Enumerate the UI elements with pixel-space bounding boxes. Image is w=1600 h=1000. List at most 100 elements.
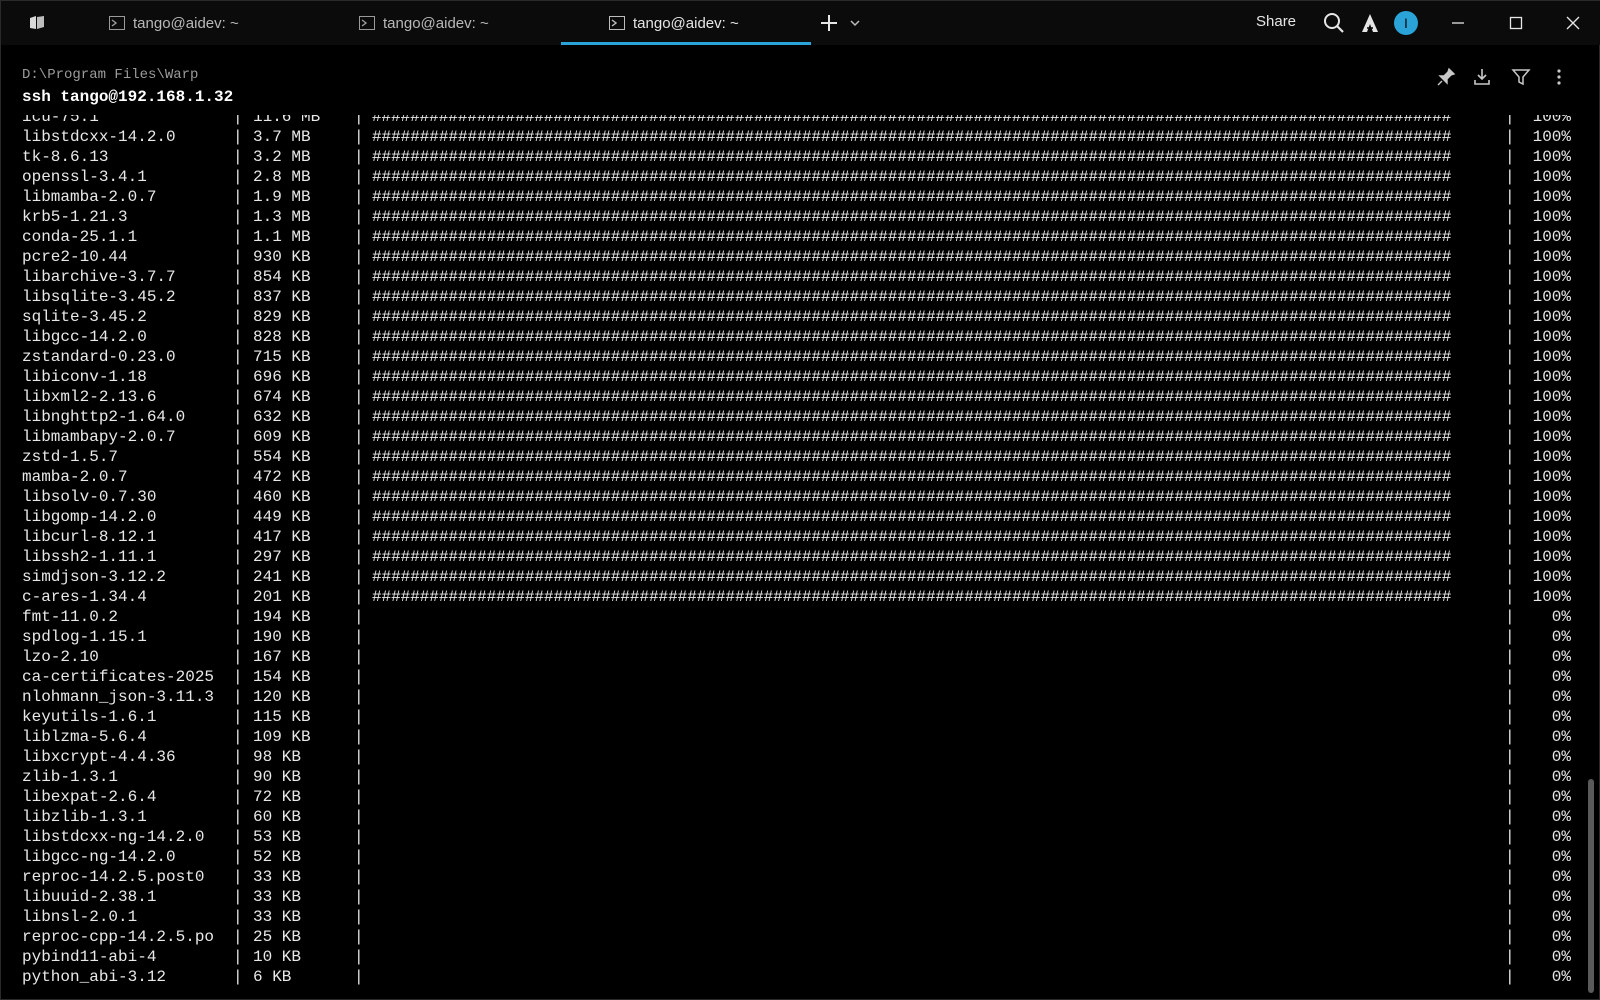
column-separator: | (1505, 148, 1515, 166)
progress-bar: ########################################… (372, 408, 1452, 426)
progress-percent: 0% (1551, 768, 1571, 786)
column-separator: | (233, 368, 243, 386)
filter-icon[interactable] (1511, 67, 1531, 87)
tab-3-active[interactable]: tango@aidev: ~ (561, 1, 811, 45)
more-vertical-icon[interactable] (1549, 67, 1569, 87)
bookmark-pin-icon[interactable] (1436, 67, 1456, 87)
column-separator: | (354, 688, 364, 706)
package-name: libgcc-ng-14.2.0 (22, 848, 176, 866)
column-separator: | (233, 268, 243, 286)
terminal-output[interactable]: icu-75.1 | 11.6 MB | #######################… (22, 115, 1582, 995)
tab-1[interactable]: tango@aidev: ~ (1, 1, 251, 45)
column-separator: | (354, 668, 364, 686)
package-size: 837 KB (253, 288, 311, 306)
column-separator: | (1505, 708, 1515, 726)
search-icon[interactable] (1323, 12, 1345, 34)
progress-percent: 100% (1532, 408, 1571, 426)
column-separator: | (233, 568, 243, 586)
column-separator: | (233, 908, 243, 926)
column-separator: | (354, 388, 364, 406)
column-separator: | (233, 828, 243, 846)
maximize-icon[interactable] (1506, 13, 1526, 33)
progress-percent: 0% (1551, 788, 1571, 806)
column-separator: | (233, 188, 243, 206)
progress-bar: ########################################… (372, 288, 1452, 306)
download-icon[interactable] (1472, 67, 1492, 87)
progress-percent: 100% (1532, 388, 1571, 406)
column-separator: | (354, 208, 364, 226)
column-separator: | (354, 968, 364, 986)
column-separator: | (1505, 168, 1515, 186)
progress-percent: 100% (1532, 115, 1571, 126)
column-separator: | (354, 648, 364, 666)
progress-bar: ########################################… (372, 508, 1452, 526)
progress-bar: ########################################… (372, 368, 1452, 386)
column-separator: | (233, 808, 243, 826)
package-name: tk-8.6.13 (22, 148, 109, 166)
column-separator: | (354, 328, 364, 346)
progress-percent: 0% (1551, 688, 1571, 706)
progress-bar: ########################################… (372, 428, 1452, 446)
package-name: krb5-1.21.3 (22, 208, 128, 226)
package-size: 1.1 MB (253, 228, 311, 246)
column-separator: | (1505, 908, 1515, 926)
column-separator: | (233, 888, 243, 906)
column-separator: | (354, 808, 364, 826)
scrollbar-thumb[interactable] (1588, 779, 1594, 993)
plus-icon[interactable] (819, 13, 839, 33)
package-size: 120 KB (253, 688, 311, 706)
package-name: liblzma-5.6.4 (22, 728, 147, 746)
tab-title: tango@aidev: ~ (383, 14, 489, 32)
column-separator: | (1505, 508, 1515, 526)
column-separator: | (354, 368, 364, 386)
warp-ai-icon[interactable] (1359, 12, 1381, 34)
column-separator: | (1505, 268, 1515, 286)
package-size: 3.2 MB (253, 148, 311, 166)
progress-percent: 0% (1551, 748, 1571, 766)
progress-bar: ########################################… (372, 188, 1452, 206)
progress-percent: 0% (1551, 908, 1571, 926)
column-separator: | (233, 848, 243, 866)
progress-percent: 100% (1532, 208, 1571, 226)
column-separator: | (233, 508, 243, 526)
column-separator: | (233, 768, 243, 786)
column-separator: | (354, 148, 364, 166)
progress-bar: ########################################… (372, 548, 1452, 566)
package-name: libsqlite-3.45.2 (22, 288, 176, 306)
package-size: 854 KB (253, 268, 311, 286)
column-separator: | (354, 468, 364, 486)
column-separator: | (354, 868, 364, 886)
column-separator: | (354, 448, 364, 466)
column-separator: | (354, 348, 364, 366)
column-separator: | (354, 228, 364, 246)
column-separator: | (233, 688, 243, 706)
close-icon[interactable] (1563, 13, 1583, 33)
progress-percent: 100% (1532, 228, 1571, 246)
minimize-icon[interactable] (1448, 13, 1468, 33)
column-separator: | (354, 508, 364, 526)
column-separator: | (233, 668, 243, 686)
package-name: libnsl-2.0.1 (22, 908, 138, 926)
column-separator: | (233, 288, 243, 306)
chevron-down-icon[interactable] (849, 17, 861, 29)
package-name: libxml2-2.13.6 (22, 388, 157, 406)
package-size: 154 KB (253, 668, 311, 686)
command-text[interactable]: ssh tango@192.168.1.32 (22, 88, 233, 106)
package-size: 632 KB (253, 408, 311, 426)
column-separator: | (1505, 388, 1515, 406)
progress-percent: 0% (1551, 828, 1571, 846)
column-separator: | (233, 328, 243, 346)
package-name: libmamba-2.0.7 (22, 188, 157, 206)
avatar[interactable]: I (1394, 11, 1418, 35)
tab-2[interactable]: tango@aidev: ~ (251, 1, 501, 45)
share-button[interactable]: Share (1256, 13, 1296, 30)
tab-title: tango@aidev: ~ (633, 14, 739, 32)
progress-percent: 0% (1551, 968, 1571, 986)
package-name: libssh2-1.11.1 (22, 548, 157, 566)
column-separator: | (1505, 448, 1515, 466)
package-name: zstd-1.5.7 (22, 448, 119, 466)
progress-percent: 0% (1551, 668, 1571, 686)
column-separator: | (1505, 468, 1515, 486)
package-name: libxcrypt-4.4.36 (22, 748, 176, 766)
package-size: 3.7 MB (253, 128, 311, 146)
